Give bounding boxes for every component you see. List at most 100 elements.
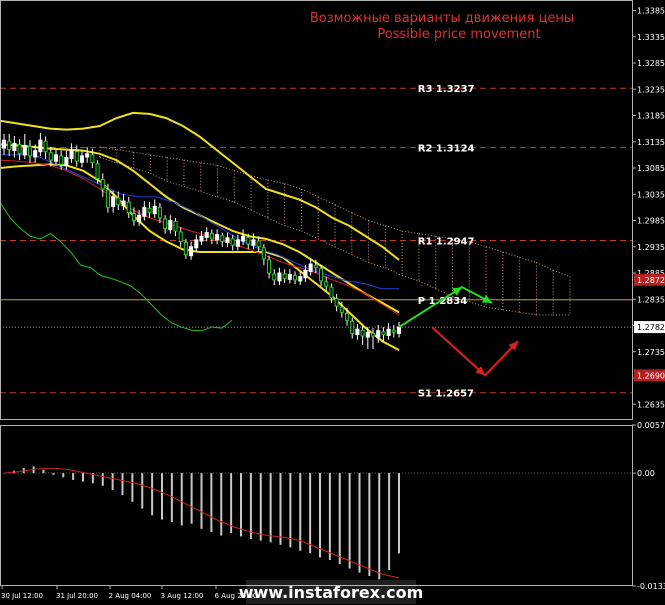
candle-body <box>199 235 204 242</box>
candle-body <box>194 239 199 249</box>
candle-body <box>79 155 84 163</box>
candle-body <box>59 155 64 165</box>
candle-body <box>350 320 355 334</box>
candle-body <box>235 239 240 247</box>
candle-body <box>27 145 33 157</box>
chart-background <box>0 0 665 605</box>
candle-body <box>53 154 59 162</box>
candle-body <box>22 144 27 156</box>
candle-body <box>256 240 261 248</box>
candle-body <box>376 330 381 338</box>
candle-body <box>38 139 43 153</box>
y-tick-label: 1.3385 <box>637 7 665 16</box>
candle-body <box>142 206 147 217</box>
y-tick-label: 1.2635 <box>637 400 665 409</box>
osc-y-tick-label: 0.00571 <box>637 421 665 430</box>
level-label: S1 1.2657 <box>418 389 474 400</box>
candle-body <box>121 200 126 207</box>
candle-body <box>251 239 256 246</box>
candle-body <box>339 306 344 313</box>
candle-body <box>365 331 370 338</box>
candle-body <box>391 329 396 333</box>
watermark-text: www.instaforex.com <box>239 583 423 602</box>
y-tick-label: 1.3135 <box>637 138 665 147</box>
candle-body <box>69 150 74 160</box>
candle-body <box>261 247 266 260</box>
candle-body <box>282 273 287 279</box>
y-tick-label: 1.3035 <box>637 190 665 199</box>
candle-body <box>303 269 308 279</box>
candle-body <box>48 152 53 161</box>
candle-body <box>147 207 152 214</box>
candle-body <box>116 197 121 206</box>
candle-body <box>272 273 277 281</box>
y-tick-label: 1.2735 <box>637 348 665 357</box>
candle-body <box>381 331 386 335</box>
candle-body <box>43 140 48 153</box>
chart-title-ru: Возможные варианты движения цены <box>310 11 574 26</box>
marked-price-label: 1.2690 <box>637 371 665 380</box>
candle-body <box>204 232 209 238</box>
candle-body <box>225 237 230 244</box>
candle-body <box>137 214 142 223</box>
candle-body <box>246 236 251 245</box>
candle-body <box>386 328 391 336</box>
level-label: R2 1.3124 <box>418 144 475 155</box>
y-tick-label: 1.3335 <box>637 33 665 42</box>
y-tick-label: 1.3235 <box>637 85 665 94</box>
candle-body <box>344 312 350 321</box>
chart-root: R3 1.3237 R2 1.3124 R1 1.2947 P 1.2834 S1 1.… <box>0 0 665 605</box>
candle-body <box>173 221 178 232</box>
candle-body <box>100 179 105 190</box>
candle-body <box>157 206 162 219</box>
candle-body <box>178 231 183 243</box>
candle-body <box>241 235 246 242</box>
candle-body <box>12 142 17 152</box>
candle-body <box>308 263 313 272</box>
candle-body <box>313 264 318 269</box>
watermark: www.instaforex.com <box>239 580 423 604</box>
level-label: P 1.2834 <box>418 296 467 307</box>
candle-body <box>319 268 324 282</box>
candle-body <box>183 242 188 256</box>
candle-body <box>277 272 282 282</box>
candle-body <box>324 281 329 287</box>
candle-body <box>287 274 292 280</box>
y-tick-label: 1.3185 <box>637 112 665 121</box>
candle-body <box>131 213 136 222</box>
candle-body <box>163 218 168 229</box>
candle-body <box>298 276 303 282</box>
level-label: R3 1.3237 <box>418 84 475 95</box>
candle-body <box>189 246 194 257</box>
candle-body <box>1 139 7 149</box>
osc-y-tick-label: 0.00 <box>637 469 655 478</box>
candle-body <box>267 259 272 274</box>
y-tick-label: 1.3285 <box>637 59 665 68</box>
candle-body <box>334 298 339 307</box>
x-tick-label: 2 Aug 04:00 <box>109 592 152 600</box>
osc-y-tick-label: -0.01338 <box>637 582 665 591</box>
current-price-label: 1.2782 <box>637 323 665 332</box>
candle-body <box>7 140 12 151</box>
marked-price-label: 1.2872 <box>637 276 665 285</box>
candle-body <box>209 233 214 240</box>
candle-body <box>33 150 38 158</box>
candle-body <box>95 163 100 180</box>
candle-body <box>230 238 235 246</box>
x-tick-label: 30 Jul 12:00 <box>1 592 43 600</box>
y-tick-label: 1.3085 <box>637 164 665 173</box>
candle-body <box>396 326 402 334</box>
candle-body <box>220 235 225 243</box>
candle-body <box>293 275 298 281</box>
candle-body <box>126 201 131 214</box>
candle-body <box>370 332 376 337</box>
candle-body <box>17 143 22 155</box>
y-tick-label: 1.2835 <box>637 295 665 304</box>
y-tick-label: 1.2935 <box>637 243 665 252</box>
y-tick-label: 1.2985 <box>637 217 665 226</box>
chart-title-en: Possible price movement <box>377 27 540 42</box>
candle-body <box>168 220 173 230</box>
candle-body <box>64 157 69 166</box>
candle-body <box>74 151 79 162</box>
x-tick-label: 3 Aug 12:00 <box>161 592 204 600</box>
